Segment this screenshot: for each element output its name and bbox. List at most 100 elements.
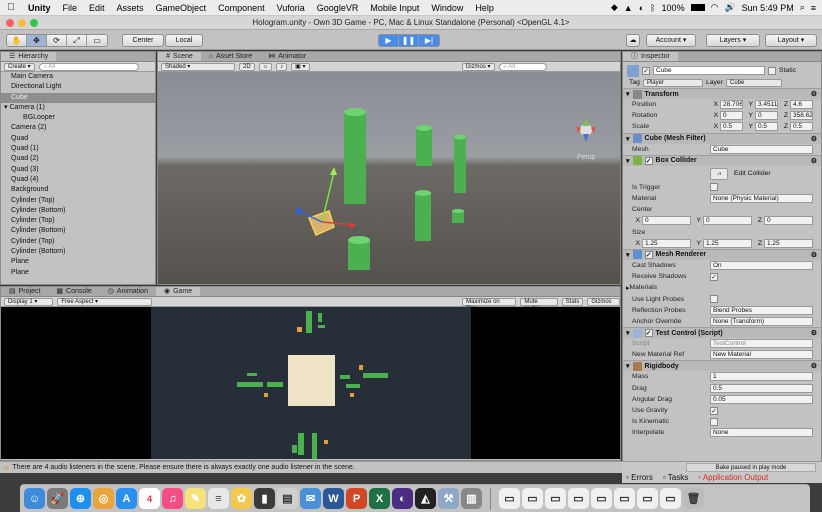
mute-audio-toggle[interactable]: Mute audio xyxy=(520,297,558,312)
chrome-icon[interactable]: ◎ xyxy=(93,488,114,509)
hierarchy-item[interactable]: Cylinder (Top) xyxy=(1,237,155,247)
archive-utility-icon[interactable]: ▥ xyxy=(461,488,482,509)
scale-x-field[interactable]: 0.5 xyxy=(720,122,743,132)
word-icon[interactable]: W xyxy=(323,488,344,509)
tab-animation[interactable]: ◷ Animation xyxy=(100,287,156,296)
minimized-window-icon[interactable]: ▭ xyxy=(637,488,658,509)
hierarchy-item[interactable]: Quad xyxy=(1,134,155,144)
hand-tool-icon[interactable]: ✋ xyxy=(7,35,27,46)
tab-asset-store[interactable]: ⌂ Asset Store xyxy=(201,52,260,61)
component-settings-icon[interactable]: ⚙ xyxy=(811,157,821,165)
minimized-window-icon[interactable]: ▭ xyxy=(568,488,589,509)
position-y-field[interactable]: 3.4511 xyxy=(755,100,778,110)
stats-toggle[interactable]: Stats xyxy=(561,297,584,306)
rotation-y-field[interactable]: 0 xyxy=(755,111,778,121)
minimize-window-button[interactable] xyxy=(18,19,26,27)
tab-application-output[interactable]: ▫ Application Output xyxy=(698,473,768,482)
notes-icon[interactable]: ✎ xyxy=(185,488,206,509)
scale-tool-icon[interactable]: ⤢ xyxy=(67,35,87,46)
is-kinematic-checkbox[interactable] xyxy=(710,417,718,426)
hierarchy-item[interactable]: Cylinder (Top) xyxy=(1,216,155,226)
move-gizmo-z-handle[interactable] xyxy=(296,208,302,214)
scale-z-field[interactable]: 0.5 xyxy=(790,122,813,132)
position-x-field[interactable]: 28.706 xyxy=(720,100,743,110)
play-icon[interactable]: ▶ xyxy=(379,35,399,46)
hierarchy-item[interactable]: Cylinder (Bottom) xyxy=(1,206,155,216)
component-settings-icon[interactable]: ⚙ xyxy=(811,251,821,259)
trash-icon[interactable]: 🗑 xyxy=(683,488,704,509)
static-checkbox[interactable] xyxy=(768,66,776,75)
collider-material-field[interactable]: None (Physic Material) xyxy=(710,194,813,204)
hierarchy-item[interactable]: BGLooper xyxy=(1,113,155,123)
size-z-field[interactable]: 1.25 xyxy=(764,238,813,248)
pivot-center-toggle[interactable]: Center xyxy=(122,34,164,47)
battery-icon[interactable] xyxy=(690,4,705,11)
size-x-field[interactable]: 1.25 xyxy=(642,238,691,248)
menu-unity[interactable]: Unity xyxy=(22,3,57,13)
account-dropdown[interactable]: Account ▾ xyxy=(646,34,696,47)
rigidbody-header[interactable]: ▾ Rigidbody ⚙ xyxy=(623,360,821,372)
minimized-window-icon[interactable]: ▭ xyxy=(614,488,635,509)
textedit-icon[interactable]: ≡ xyxy=(208,488,229,509)
hierarchy-item[interactable]: Cylinder (Bottom) xyxy=(1,247,155,257)
drag-field[interactable]: 0.5 xyxy=(710,383,813,393)
visual-studio-icon[interactable]: ◐ xyxy=(392,488,413,509)
hierarchy-item[interactable]: Quad (1) xyxy=(1,144,155,154)
dropbox-icon[interactable]: ◆ xyxy=(611,2,618,13)
cast-shadows-dropdown[interactable]: On xyxy=(710,260,813,270)
move-tool-icon[interactable]: ✥ xyxy=(27,35,47,46)
scale-y-field[interactable]: 0.5 xyxy=(755,122,778,132)
wifi-icon[interactable]: ◠ xyxy=(711,2,719,13)
volume-icon[interactable]: 🔊 xyxy=(724,2,735,13)
2d-toggle[interactable]: 2D xyxy=(239,62,255,71)
apple-menu-icon[interactable]:  xyxy=(0,2,22,13)
interpolate-dropdown[interactable]: None xyxy=(710,428,813,438)
menu-assets[interactable]: Assets xyxy=(111,3,150,13)
safari-icon[interactable]: ⊕ xyxy=(70,488,91,509)
unity-icon[interactable]: ◭ xyxy=(415,488,436,509)
collab-cloud-icon[interactable]: ☁ xyxy=(626,34,640,47)
cylinder-mid[interactable] xyxy=(415,190,431,241)
display-dropdown[interactable]: Display 1 ▾ xyxy=(4,297,54,306)
cylinder-small[interactable] xyxy=(452,209,464,223)
hierarchy-search-input[interactable]: ⌕ All xyxy=(38,62,139,71)
lighting-toggle-icon[interactable]: ☼ xyxy=(258,62,273,71)
xcode-icon[interactable]: ⚒ xyxy=(438,488,459,509)
minimized-window-icon[interactable]: ▭ xyxy=(591,488,612,509)
edit-collider-button[interactable]: ⩘ xyxy=(710,167,728,180)
scene-orientation-gizmo[interactable] xyxy=(576,118,596,142)
menu-window[interactable]: Window xyxy=(425,3,469,13)
space-local-toggle[interactable]: Local xyxy=(165,34,203,47)
position-z-field[interactable]: 4.6 xyxy=(790,100,813,110)
spotlight-icon[interactable]: ⌕ xyxy=(800,2,805,13)
bluetooth-icon[interactable]: ᛒ xyxy=(650,3,655,13)
launchpad-icon[interactable]: 🚀 xyxy=(47,488,68,509)
hierarchy-item[interactable]: Cube xyxy=(1,92,155,103)
maximize-on-play-toggle[interactable]: Maximize on Play xyxy=(462,297,517,312)
calendar-icon[interactable]: 4 xyxy=(139,488,160,509)
itunes-icon[interactable]: ♫ xyxy=(162,488,183,509)
receive-shadows-checkbox[interactable]: ✓ xyxy=(710,272,718,281)
component-settings-icon[interactable]: ⚙ xyxy=(811,90,821,98)
rotation-z-field[interactable]: 358.62 xyxy=(790,111,813,121)
drive-icon[interactable]: ▲ xyxy=(624,3,633,13)
aspect-dropdown[interactable]: Free Aspect ▾ xyxy=(57,297,153,306)
layers-dropdown[interactable]: Layers ▾ xyxy=(706,34,760,47)
rotate-tool-icon[interactable]: ⟳ xyxy=(47,35,67,46)
gizmos-dropdown[interactable]: Gizmos ▾ xyxy=(461,62,495,71)
component-settings-icon[interactable]: ⚙ xyxy=(811,329,821,337)
scene-search-input[interactable]: ⌕ All xyxy=(498,62,547,71)
audio-toggle-icon[interactable]: ♪ xyxy=(276,62,288,71)
mesh-renderer-enabled-checkbox[interactable]: ✓ xyxy=(644,250,653,259)
preview-icon[interactable]: ▤ xyxy=(277,488,298,509)
effects-dropdown-icon[interactable]: ▣ ▾ xyxy=(291,62,310,71)
minimized-window-icon[interactable]: ▭ xyxy=(660,488,681,509)
menu-mobile-input[interactable]: Mobile Input xyxy=(364,3,425,13)
hierarchy-item[interactable]: Background xyxy=(1,185,155,195)
close-window-button[interactable] xyxy=(6,19,14,27)
anchor-override-field[interactable]: None (Transform) xyxy=(710,316,813,326)
menu-help[interactable]: Help xyxy=(469,3,500,13)
center-z-field[interactable]: 0 xyxy=(764,216,813,226)
hierarchy-item[interactable]: Cylinder (Bottom) xyxy=(1,226,155,236)
tab-hierarchy[interactable]: ☰ Hierarchy xyxy=(1,52,57,61)
